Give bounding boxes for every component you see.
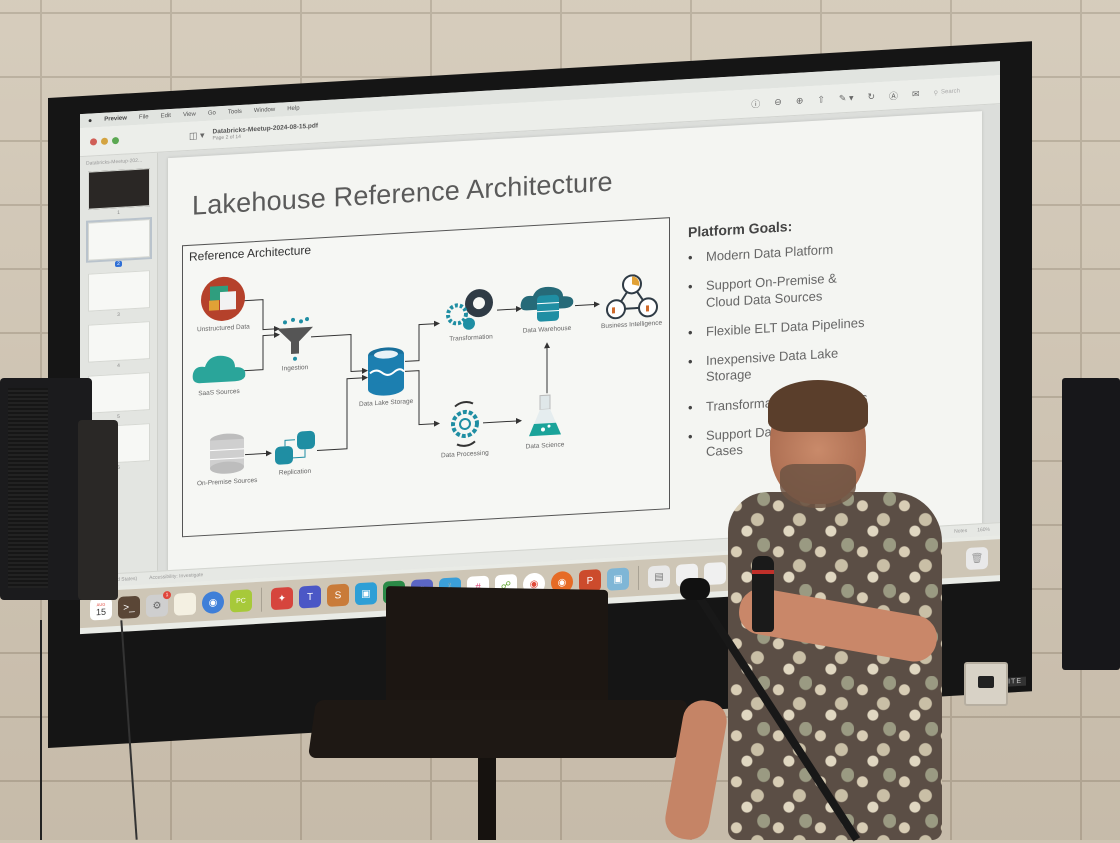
presenter-beard	[780, 464, 856, 508]
thumbnail-page[interactable]: 4	[86, 321, 151, 371]
architecture-diagram: Reference Architecture Unstructured Data…	[182, 217, 670, 538]
toolbar-tools: ⓘ ⊖ ⊕ ⇧ ✎ ▾ ↻ Ⓐ ✉ ⚲ Search	[751, 85, 960, 110]
sidebar-toggle-icon[interactable]: ◫ ▾	[189, 129, 205, 141]
window-controls	[90, 136, 119, 146]
menu-go[interactable]: Go	[208, 110, 216, 116]
floral-shirt	[728, 492, 942, 840]
funnel-icon	[277, 317, 313, 361]
info-icon[interactable]: ⓘ	[751, 96, 760, 110]
cloud-database-icon	[520, 286, 574, 322]
apple-menu-icon[interactable]: ●	[88, 117, 92, 124]
data-lake-icon	[368, 347, 405, 396]
notes-button[interactable]: Notes	[954, 528, 967, 535]
node-business-intelligence: Business Intelligence	[601, 273, 662, 331]
trash-icon[interactable]: 🗑	[966, 546, 988, 571]
notes-app-icon[interactable]	[174, 592, 196, 616]
dock-separator	[638, 565, 639, 590]
document-stack-icon[interactable]: ▤	[648, 565, 670, 589]
laptop-lid	[386, 586, 608, 710]
thumbnail-page[interactable]: 3	[86, 270, 151, 320]
system-settings-icon[interactable]: ⚙ 1	[146, 590, 171, 618]
connector	[497, 306, 522, 313]
handheld-microphone	[752, 556, 774, 632]
slide-title: Lakehouse Reference Architecture	[192, 166, 613, 221]
search-field[interactable]: ⚲ Search	[933, 88, 960, 97]
cloud-icon	[192, 355, 246, 384]
pycharm-app-icon[interactable]: PC	[230, 589, 252, 613]
connector	[575, 301, 600, 308]
podium-pole	[478, 758, 496, 840]
zoom-in-icon[interactable]: ⊕	[796, 95, 804, 106]
terminal-app-icon[interactable]: >_	[118, 595, 140, 619]
mic-clip	[680, 578, 710, 600]
processing-gear-icon	[450, 401, 479, 447]
preview-app-icon[interactable]: ▣	[607, 567, 629, 591]
speaker-side-panel	[78, 420, 118, 600]
node-unstructured-data: Unstructured Data	[197, 274, 250, 334]
search-icon: ⚲	[933, 90, 938, 97]
thumbnail-page[interactable]: 1	[86, 168, 151, 218]
annotate-icon[interactable]: Ⓐ	[889, 88, 898, 102]
podium-stand	[307, 700, 689, 758]
form-icon[interactable]: ✉	[912, 88, 920, 99]
thumbnail-page-selected[interactable]: 2	[85, 216, 152, 269]
replication-icon	[275, 430, 315, 465]
menu-app-name[interactable]: Preview	[104, 115, 127, 122]
goal-item: Flexible ELT Data Pipelines	[688, 314, 868, 341]
cable	[40, 620, 42, 840]
sidebar-title: Databricks-Meetup-202...	[86, 157, 143, 167]
rotate-icon[interactable]: ↻	[867, 91, 875, 102]
node-data-processing: Data Processing	[441, 397, 489, 461]
connector	[243, 331, 280, 372]
sublime-app-icon[interactable]: S	[327, 583, 349, 607]
menu-file[interactable]: File	[139, 114, 149, 121]
diagram-connectors	[243, 299, 600, 457]
fullscreen-button[interactable]	[112, 136, 119, 144]
share-icon[interactable]: ⇧	[817, 94, 825, 105]
node-saas-sources: SaaS Sources	[191, 351, 247, 399]
dock-separator	[261, 587, 262, 612]
markup-pen-icon[interactable]: ✎ ▾	[839, 92, 854, 104]
presenter-lower-arm	[662, 697, 730, 843]
search-placeholder: Search	[940, 88, 960, 96]
menu-help[interactable]: Help	[287, 105, 299, 112]
unstructured-data-icon	[201, 276, 246, 321]
node-data-science: Data Science	[525, 392, 565, 451]
node-replication: Replication	[271, 428, 319, 478]
flask-icon	[529, 394, 561, 437]
zoom-out-icon[interactable]: ⊖	[774, 96, 782, 107]
menu-edit[interactable]: Edit	[161, 113, 171, 120]
goal-item: Support On-Premise & Cloud Data Sources	[688, 269, 868, 312]
node-data-lake-storage: Data Lake Storage	[359, 345, 413, 409]
presenter-hair	[768, 380, 868, 432]
minimize-button[interactable]	[101, 137, 108, 145]
teams-app-icon[interactable]: T	[299, 585, 321, 609]
maps-pin-icon[interactable]: ◉	[202, 590, 224, 615]
vpn-shield-icon[interactable]: ✦	[271, 586, 293, 611]
thumbnail-page[interactable]: 5	[86, 372, 151, 422]
bi-charts-icon	[605, 274, 658, 320]
goals-heading: Platform Goals:	[688, 218, 793, 241]
wall-outlet	[964, 662, 1008, 706]
calendar-app-icon[interactable]: AUG 15	[90, 597, 112, 621]
zoom-level[interactable]: 160%	[977, 527, 990, 534]
goal-item: Modern Data Platform	[688, 240, 868, 267]
node-ingestion: Ingestion	[275, 315, 315, 374]
node-data-warehouse: Data Warehouse	[519, 282, 575, 336]
remote-desktop-icon[interactable]: ▣	[355, 582, 377, 606]
menu-tools[interactable]: Tools	[228, 109, 242, 116]
close-button[interactable]	[90, 137, 97, 146]
menu-view[interactable]: View	[183, 111, 196, 118]
document-title: Databricks-Meetup-2024-08-15.pdf Page 2 …	[213, 122, 318, 141]
database-icon	[210, 433, 245, 474]
node-transformation: Transformation	[443, 284, 499, 344]
menu-window[interactable]: Window	[254, 107, 275, 114]
gears-icon	[446, 289, 493, 330]
node-on-premise-sources: On-Premise Sources	[197, 430, 257, 488]
right-speaker	[1062, 378, 1120, 670]
accessibility-status[interactable]: Accessibility: Investigate	[149, 572, 203, 581]
